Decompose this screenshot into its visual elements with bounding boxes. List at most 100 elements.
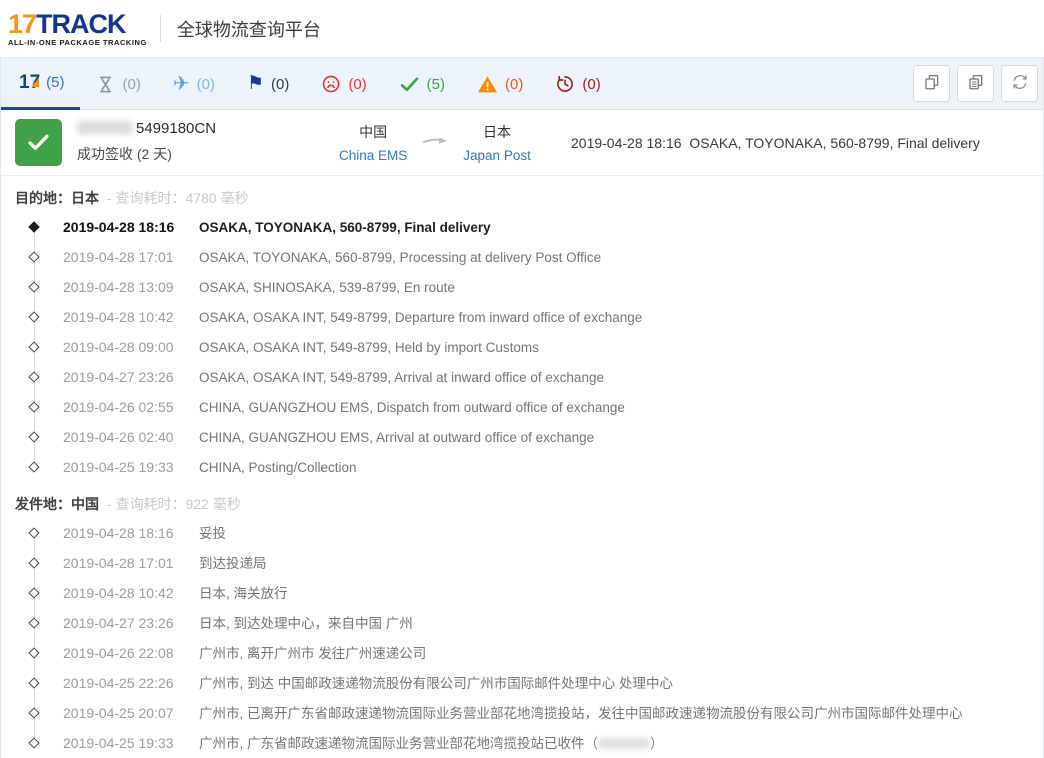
tab-count: (0)	[271, 76, 289, 93]
tab-delivered[interactable]: (5)	[383, 58, 461, 110]
diamond-icon	[28, 311, 39, 322]
event-time: 2019-04-27 23:26	[63, 608, 199, 638]
event-time: 2019-04-28 18:16	[63, 518, 199, 548]
tab-expired[interactable]: (0)	[539, 58, 616, 110]
logo-track-text: TRACK	[36, 9, 126, 39]
logo-17-text: 17	[8, 9, 36, 39]
tracking-event: 2019-04-25 19:33CHINA, Posting/Collectio…	[1, 452, 1043, 482]
event-description: OSAKA, SHINOSAKA, 539-8799, En route	[199, 280, 455, 295]
origin-event-list: 2019-04-28 18:16妥投2019-04-28 17:01到达投递局2…	[1, 516, 1043, 758]
tab-count: (0)	[348, 76, 366, 93]
section-query-time: - 查询耗时：922 毫秒	[107, 496, 241, 512]
refresh-icon	[1011, 73, 1029, 94]
tracking-event: 2019-04-27 23:26OSAKA, OSAKA INT, 549-87…	[1, 362, 1043, 392]
tracking-event: 2019-04-28 17:01OSAKA, TOYONAKA, 560-879…	[1, 242, 1043, 272]
tab-not-found[interactable]: (0)	[80, 58, 156, 110]
event-description: OSAKA, TOYONAKA, 560-8799, Processing at…	[199, 250, 601, 265]
tab-undelivered[interactable]: (0)	[305, 58, 382, 110]
tracking-event: 2019-04-25 22:26广州市, 到达 中国邮政速递物流股份有限公司广州…	[1, 668, 1043, 698]
tracking-event: 2019-04-26 22:08广州市, 离开广州市 发往广州速递公司	[1, 638, 1043, 668]
logo-subtitle: ALL-IN-ONE PACKAGE TRACKING	[8, 39, 147, 47]
refresh-button[interactable]	[1001, 65, 1038, 102]
tracking-event: 2019-04-28 18:16妥投	[1, 518, 1043, 548]
event-description: CHINA, GUANGZHOU EMS, Arrival at outward…	[199, 430, 594, 445]
tab-count: (0)	[505, 76, 523, 93]
redacted-text	[77, 121, 133, 134]
diamond-icon	[28, 251, 39, 262]
destination-block: 日本 Japan Post	[463, 122, 531, 163]
header-divider	[160, 15, 161, 42]
tracking-info: 5499180CN 成功签收 (2 天)	[77, 120, 216, 164]
event-time: 2019-04-28 17:01	[63, 548, 199, 578]
event-time: 2019-04-28 10:42	[63, 578, 199, 608]
tracking-event: 2019-04-28 10:42日本, 海关放行	[1, 578, 1043, 608]
tab-alert[interactable]: (0)	[461, 58, 539, 110]
diamond-icon	[28, 527, 39, 538]
tracking-event: 2019-04-25 20:07广州市, 已离开广东省邮政速递物流国际业务营业部…	[1, 698, 1043, 728]
event-description: CHINA, Posting/Collection	[199, 460, 357, 475]
event-description: 日本, 海关放行	[199, 586, 288, 601]
site-header: 17TRACK ALL-IN-ONE PACKAGE TRACKING 全球物流…	[0, 0, 1044, 57]
tracking-event: 2019-04-26 02:55CHINA, GUANGZHOU EMS, Di…	[1, 392, 1043, 422]
event-time: 2019-04-28 09:00	[63, 332, 199, 362]
copy-all-button[interactable]	[957, 65, 994, 102]
logo-wedge-icon	[31, 78, 39, 87]
diamond-icon	[28, 401, 39, 412]
origin-block: 中国 China EMS	[339, 122, 407, 163]
event-time: 2019-04-26 02:40	[63, 422, 199, 452]
diamond-icon	[28, 677, 39, 688]
event-time: 2019-04-25 22:26	[63, 668, 199, 698]
event-time: 2019-04-28 10:42	[63, 302, 199, 332]
origin-carrier-link[interactable]: China EMS	[339, 148, 407, 163]
tab-pick-up[interactable]: ⚑ (0)	[231, 58, 305, 110]
tracking-event: 2019-04-25 19:33广州市, 广东省邮政速递物流国际业务营业部花地湾…	[1, 728, 1043, 758]
shipment-route: 中国 China EMS 日本 Japan Post	[339, 122, 531, 163]
diamond-icon	[28, 707, 39, 718]
event-time: 2019-04-28 17:01	[63, 242, 199, 272]
17-logo-icon: 17	[19, 73, 39, 92]
toolbar	[913, 65, 1038, 102]
logo-wordmark: 17TRACK	[8, 11, 147, 37]
origin-country: 中国	[339, 122, 407, 142]
diamond-icon	[28, 737, 39, 748]
delivered-check-icon	[15, 119, 62, 166]
copy-button[interactable]	[913, 65, 950, 102]
history-clock-icon	[555, 74, 575, 94]
tracking-number: 5499180CN	[77, 120, 216, 137]
event-time: 2019-04-28 18:16	[63, 212, 199, 242]
event-description: CHINA, GUANGZHOU EMS, Dispatch from outw…	[199, 400, 625, 415]
tab-count: (5)	[46, 74, 64, 91]
event-time: 2019-04-25 19:33	[63, 728, 199, 758]
diamond-icon	[28, 557, 39, 568]
event-description: OSAKA, OSAKA INT, 549-8799, Held by impo…	[199, 340, 539, 355]
latest-event-text: 2019-04-28 18:16 OSAKA, TOYONAKA, 560-87…	[571, 135, 980, 151]
destination-country: 日本	[463, 122, 531, 142]
destination-event-list: 2019-04-28 18:16OSAKA, TOYONAKA, 560-879…	[1, 210, 1043, 482]
tab-in-transit[interactable]: ✈ (0)	[157, 58, 231, 110]
warning-icon	[477, 74, 498, 95]
hourglass-icon	[96, 75, 115, 94]
tracking-event: 2019-04-28 18:16OSAKA, TOYONAKA, 560-879…	[1, 212, 1043, 242]
event-description: 广州市, 离开广州市 发往广州速递公司	[199, 646, 426, 661]
diamond-icon	[28, 341, 39, 352]
check-icon	[399, 74, 420, 95]
shipment-summary-card[interactable]: 5499180CN 成功签收 (2 天) 中国 China EMS 日本 Jap…	[1, 110, 1043, 176]
section-title: 发件地：中国	[15, 496, 99, 512]
section-query-time: - 查询耗时：4780 毫秒	[107, 190, 249, 206]
tracking-event: 2019-04-26 02:40CHINA, GUANGZHOU EMS, Ar…	[1, 422, 1043, 452]
copy-list-icon	[967, 73, 985, 94]
tab-count: (5)	[427, 76, 445, 93]
17track-logo[interactable]: 17TRACK ALL-IN-ONE PACKAGE TRACKING	[8, 11, 147, 47]
event-description: 日本, 到达处理中心，来自中国 广州	[199, 616, 413, 631]
event-time: 2019-04-25 19:33	[63, 452, 199, 482]
event-time: 2019-04-25 20:07	[63, 698, 199, 728]
event-description: OSAKA, TOYONAKA, 560-8799, Final deliver…	[199, 220, 491, 235]
tab-all-shipments[interactable]: 17 (5)	[1, 58, 80, 110]
event-description: 到达投递局	[199, 556, 267, 571]
sad-face-icon	[321, 74, 341, 94]
destination-carrier-link[interactable]: Japan Post	[463, 148, 531, 163]
diamond-icon	[28, 647, 39, 658]
tab-count: (0)	[582, 76, 600, 93]
diamond-icon	[28, 617, 39, 628]
route-arrow-icon	[422, 133, 448, 163]
